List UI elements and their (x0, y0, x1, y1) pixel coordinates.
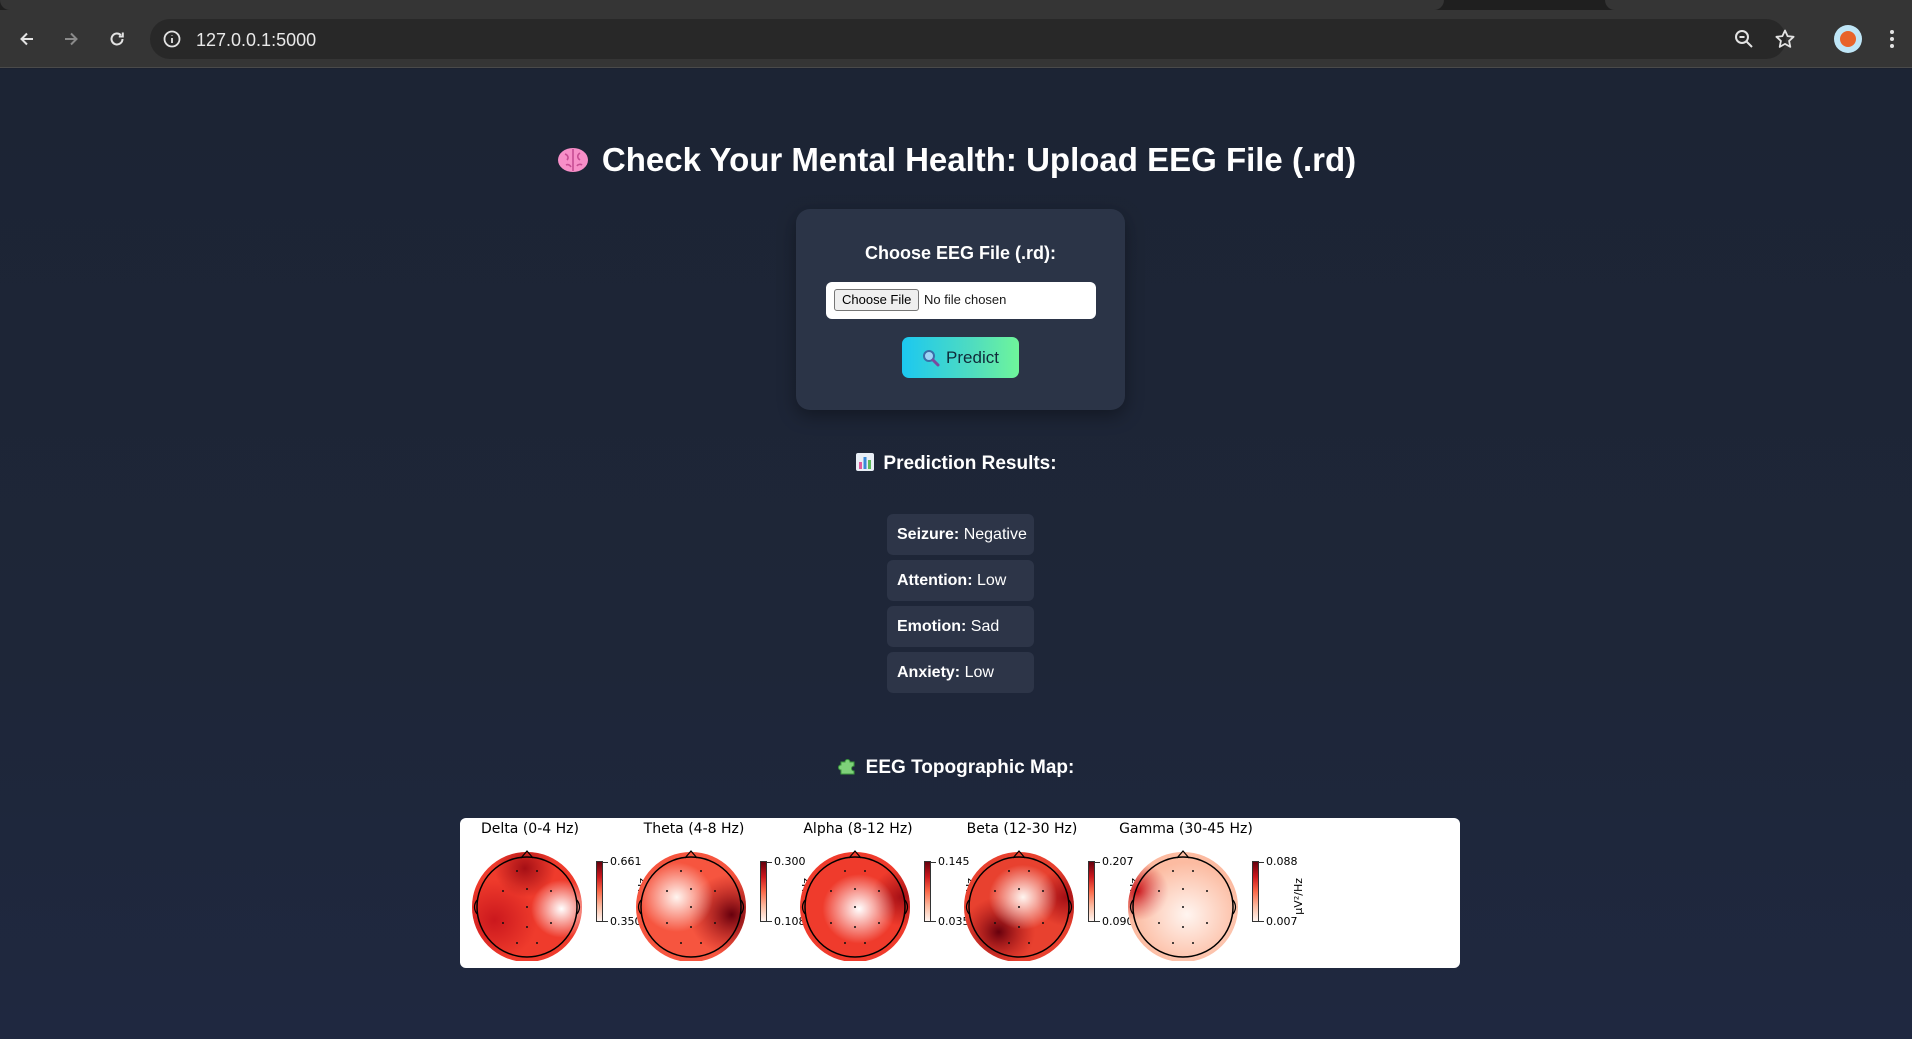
colorbar (1088, 861, 1095, 922)
colorbar (760, 861, 767, 922)
topomap-heading: EEG Topographic Map: (0, 756, 1912, 779)
colorbar (1252, 861, 1259, 922)
profile-avatar[interactable] (1834, 25, 1862, 53)
address-bar[interactable]: 127.0.0.1:5000 (150, 19, 1795, 59)
topomap-head (472, 850, 582, 961)
choose-file-button[interactable]: Choose File (834, 289, 920, 311)
forward-arrow-icon[interactable] (56, 24, 86, 54)
topomap-head (964, 850, 1074, 961)
url-text[interactable]: 127.0.0.1:5000 (196, 30, 316, 51)
colorbar-min: 0.007 (1266, 915, 1298, 928)
colorbar-unit: µV²/Hz (1292, 878, 1305, 915)
active-tab[interactable] (0, 0, 1444, 10)
band-title: Delta (0-4 Hz) (481, 821, 579, 837)
file-status: No file chosen (924, 292, 1007, 307)
topomap-head (636, 850, 746, 961)
topomap-image: Delta (0-4 Hz) 0.661 0.350 µV²/Hz (460, 818, 1460, 968)
magnifier-icon (923, 349, 940, 366)
upload-label: Choose EEG File (.rd): (864, 243, 1056, 263)
result-key: Emotion: (897, 618, 967, 635)
tab-strip (0, 0, 1912, 10)
topomap-gamma: Gamma (30-45 Hz) 0.088 0.007 µV²/Hz (1116, 818, 1316, 968)
result-seizure: Seizure: Negative (887, 514, 1034, 555)
reload-icon[interactable] (102, 24, 132, 54)
result-key: Anxiety: (897, 664, 961, 681)
band-title: Gamma (30-45 Hz) (1119, 821, 1253, 837)
colorbar (924, 861, 931, 922)
site-info-icon[interactable] (162, 29, 182, 49)
page-title: Check Your Mental Health: Upload EEG Fil… (0, 141, 1912, 179)
predict-button[interactable]: Predict (902, 337, 1019, 378)
back-arrow-icon[interactable] (12, 24, 42, 54)
upload-card: Choose EEG File (.rd): Choose File No fi… (796, 209, 1125, 410)
bookmark-star-icon[interactable] (1774, 28, 1796, 50)
puzzle-piece-icon (837, 759, 855, 775)
result-value: Sad (970, 618, 1000, 635)
result-value: Low (964, 664, 994, 681)
topomap-heading-text: EEG Topographic Map: (865, 757, 1075, 778)
band-title: Theta (4-8 Hz) (643, 821, 745, 837)
result-attention: Attention: Low (887, 560, 1034, 601)
topomap-head (1128, 850, 1238, 961)
inactive-tab[interactable] (1605, 0, 1912, 10)
result-emotion: Emotion: Sad (887, 606, 1034, 647)
page-title-text: Check Your Mental Health: Upload EEG Fil… (601, 141, 1357, 178)
topomap-head (800, 850, 910, 961)
brain-icon (557, 148, 588, 172)
result-value: Negative (963, 526, 1027, 543)
colorbar (596, 861, 603, 922)
band-title: Beta (12-30 Hz) (966, 821, 1078, 837)
result-anxiety: Anxiety: Low (887, 652, 1034, 693)
browser-toolbar: 127.0.0.1:5000 (0, 10, 1912, 68)
bar-chart-icon (856, 453, 875, 471)
result-key: Attention: (897, 572, 973, 589)
results-heading-text: Prediction Results: (883, 453, 1057, 474)
kebab-menu-icon[interactable] (1880, 26, 1904, 52)
band-title: Alpha (8-12 Hz) (803, 821, 913, 837)
file-input[interactable]: Choose File No file chosen (826, 282, 1096, 319)
result-value: Low (976, 572, 1007, 589)
result-key: Seizure: (897, 526, 960, 543)
colorbar-max: 0.088 (1266, 855, 1298, 868)
results-heading: Prediction Results: (0, 452, 1912, 475)
predict-label: Predict (946, 347, 999, 367)
zoom-icon[interactable] (1733, 28, 1755, 50)
page-content: Check Your Mental Health: Upload EEG Fil… (0, 69, 1912, 1039)
